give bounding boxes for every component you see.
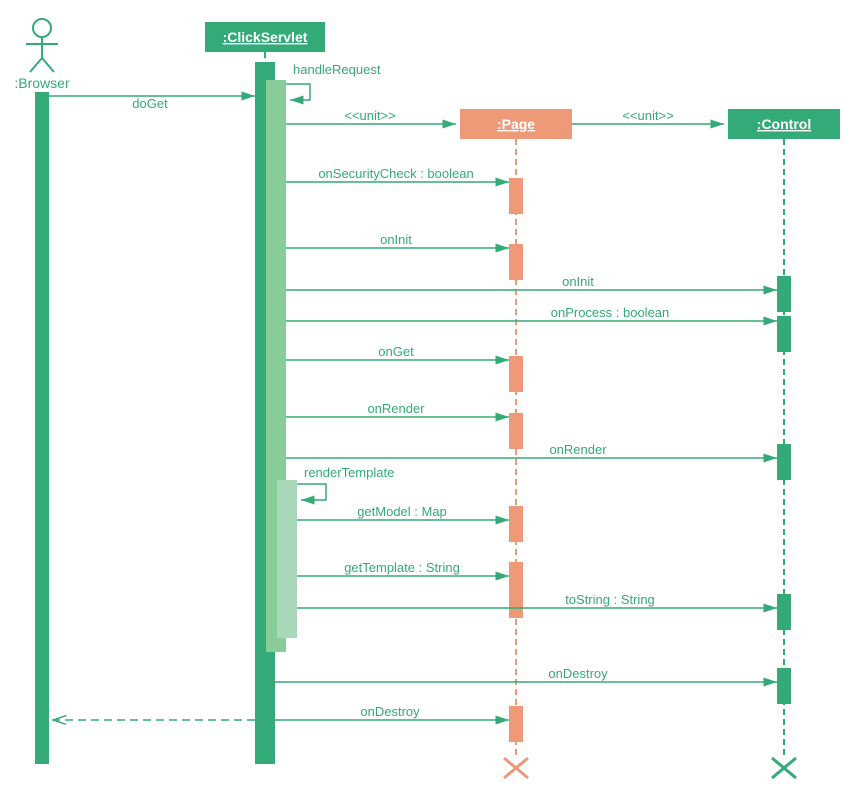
page-activation-render — [509, 413, 523, 449]
control-destruction-icon — [772, 758, 796, 778]
clickservlet-activation-nested2 — [277, 480, 297, 638]
page-header: :Page — [460, 109, 572, 139]
label-oninit-control: onInit — [562, 274, 594, 289]
sequence-diagram: :Browser :ClickServlet :Page :Control do… — [0, 0, 851, 788]
arrow-handlerequest — [286, 84, 310, 100]
control-activation-render — [777, 444, 791, 480]
control-header: :Control — [728, 109, 840, 139]
label-onprocess: onProcess : boolean — [551, 305, 670, 320]
page-activation-getmodel — [509, 506, 523, 542]
label-onrender-control: onRender — [549, 442, 607, 457]
label-securitycheck: onSecurityCheck : boolean — [318, 166, 473, 181]
browser-label: :Browser — [14, 75, 70, 91]
label-unit2: <<unit>> — [622, 108, 673, 123]
clickservlet-header: :ClickServlet — [205, 22, 325, 52]
label-oninit-page: onInit — [380, 232, 412, 247]
label-onrender-page: onRender — [367, 401, 425, 416]
label-ondestroy-page: onDestroy — [360, 704, 420, 719]
page-activation-destroy — [509, 706, 523, 742]
page-destruction-icon — [504, 758, 528, 778]
browser-actor: :Browser — [14, 19, 70, 91]
label-doget: doGet — [132, 96, 168, 111]
label-ondestroy-control: onDestroy — [548, 666, 608, 681]
page-activation-get — [509, 356, 523, 392]
control-activation-init — [777, 276, 791, 312]
page-activation-init — [509, 244, 523, 280]
clickservlet-label: :ClickServlet — [223, 29, 308, 45]
page-activation-gettemplate — [509, 562, 523, 618]
label-tostring: toString : String — [565, 592, 655, 607]
label-unit1: <<unit>> — [344, 108, 395, 123]
label-rendertemplate: renderTemplate — [304, 465, 394, 480]
label-handlerequest: handleRequest — [293, 62, 381, 77]
browser-activation — [35, 92, 49, 764]
label-onget: onGet — [378, 344, 414, 359]
page-activation-security — [509, 178, 523, 214]
control-activation-tostring — [777, 594, 791, 630]
arrow-rendertemplate — [297, 484, 326, 500]
control-activation-destroy — [777, 668, 791, 704]
control-label: :Control — [757, 116, 811, 132]
control-activation-process — [777, 316, 791, 352]
label-gettemplate: getTemplate : String — [344, 560, 460, 575]
page-label: :Page — [497, 116, 535, 132]
label-getmodel: getModel : Map — [357, 504, 447, 519]
